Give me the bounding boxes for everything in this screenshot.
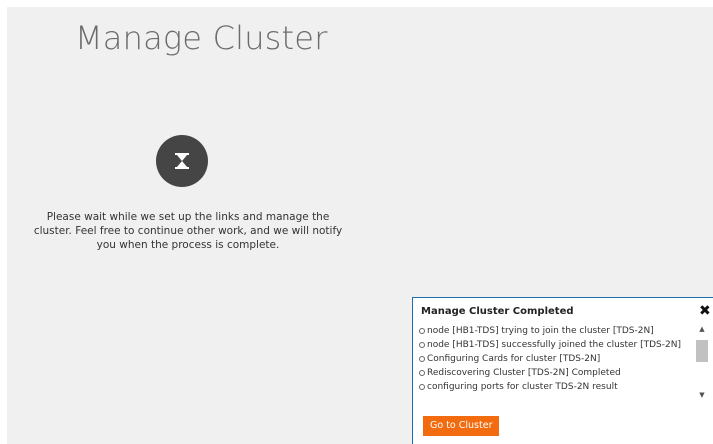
scroll-down-arrow-icon[interactable]: ▼: [695, 390, 709, 400]
log-list: node [HB1-TDS] trying to join the cluste…: [419, 324, 691, 406]
list-item: Configuring Cards for cluster [TDS-2N]: [419, 352, 691, 366]
list-item: node [HB1-TDS] successfully joined the c…: [419, 338, 691, 352]
log-scrollbar[interactable]: ▲ ▼: [695, 324, 709, 400]
close-icon[interactable]: ✖: [699, 304, 711, 318]
go-to-cluster-button[interactable]: Go to Cluster: [423, 416, 500, 436]
scroll-up-arrow-icon[interactable]: ▲: [695, 324, 709, 334]
hourglass-icon: [156, 135, 208, 187]
page-title: Manage Cluster: [75, 19, 328, 57]
list-item: Rediscovering Cluster [TDS-2N] Completed: [419, 366, 691, 380]
notification-panel: Manage Cluster Completed ✖ node [HB1-TDS…: [412, 297, 713, 444]
list-item: configuring ports for cluster TDS-2N res…: [419, 380, 691, 394]
list-item: node [HB1-TDS] trying to join the cluste…: [419, 324, 691, 338]
wait-message: Please wait while we set up the links an…: [33, 211, 343, 251]
scrollbar-thumb[interactable]: [696, 340, 708, 362]
notification-title: Manage Cluster Completed: [421, 306, 574, 317]
